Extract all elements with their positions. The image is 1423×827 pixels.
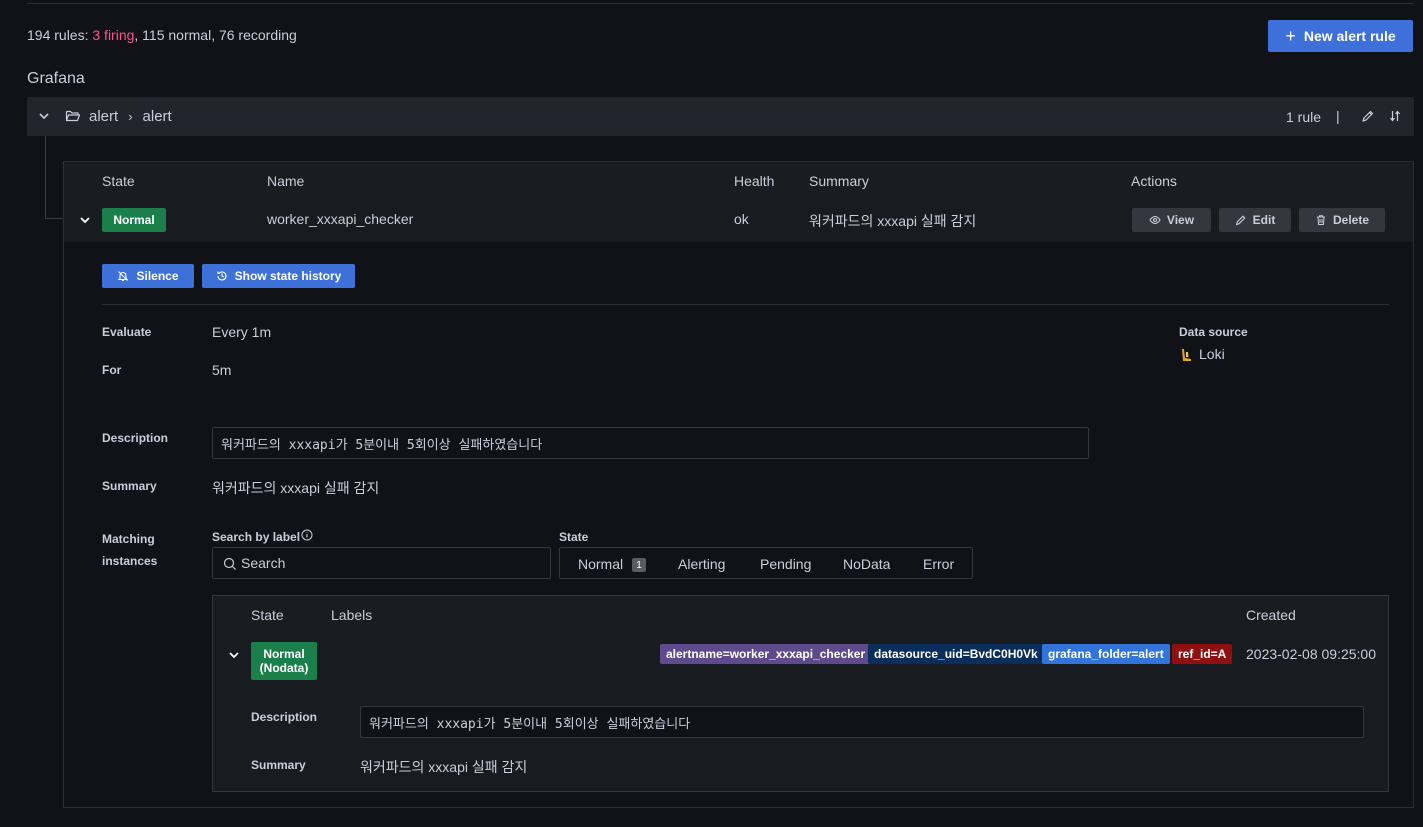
- datasource-value: Loki: [1199, 346, 1225, 362]
- evaluate-label: Evaluate: [102, 325, 152, 339]
- label-tag-grafana-folder[interactable]: grafana_folder=alert: [1042, 644, 1170, 664]
- loki-icon: [1182, 349, 1191, 361]
- instances-table-header: State Labels Created: [213, 596, 1388, 634]
- inst-col-labels: Labels: [331, 607, 373, 623]
- section-title: Grafana: [27, 70, 85, 87]
- folder-open-icon: [65, 110, 81, 122]
- label-tag-alertname[interactable]: alertname=worker_xxxapi_checker: [660, 644, 872, 664]
- new-alert-rule-label: New alert rule: [1303, 28, 1396, 44]
- top-divider: [27, 3, 1414, 4]
- instance-summary-label: Summary: [251, 758, 306, 772]
- rule-summary: 워커파드의 xxxapi 실패 감지: [809, 213, 977, 229]
- instance-summary-value: 워커파드의 xxxapi 실패 감지: [360, 759, 528, 775]
- col-health: Health: [734, 173, 775, 189]
- delete-label: Delete: [1332, 213, 1370, 227]
- instance-description-label: Description: [251, 710, 318, 724]
- col-summary: Summary: [809, 173, 869, 189]
- for-value: 5m: [212, 362, 232, 378]
- view-label: View: [1166, 213, 1195, 227]
- instance-state-line1: Normal: [263, 647, 305, 661]
- pencil-icon[interactable]: [1361, 109, 1375, 123]
- edit-button[interactable]: Edit: [1219, 208, 1291, 232]
- state-filter-label: State: [559, 530, 589, 544]
- chevron-down-icon[interactable]: [78, 213, 92, 227]
- description-value: 워커파드의 xxxapi가 5분이내 5회이상 실패하였습니다: [212, 427, 1089, 459]
- plus-icon: +: [1285, 26, 1296, 46]
- search-icon: [223, 557, 236, 570]
- chevron-down-icon[interactable]: [37, 109, 51, 123]
- description-label: Description: [102, 431, 169, 445]
- rule-name: worker_xxxapi_checker: [267, 211, 414, 227]
- search-by-label-label: Search by label: [212, 530, 301, 544]
- normal-count-badge: 1: [632, 558, 646, 572]
- state-option-error[interactable]: Error: [923, 556, 954, 572]
- silence-button[interactable]: Silence: [102, 264, 194, 288]
- rules-table: State Name Health Summary Actions Normal…: [63, 161, 1414, 808]
- new-alert-rule-button[interactable]: + New alert rule: [1268, 20, 1413, 52]
- view-button[interactable]: View: [1132, 208, 1211, 232]
- silence-label: Silence: [136, 269, 179, 283]
- inst-col-state: State: [251, 607, 284, 623]
- stats-firing: 3 firing: [92, 27, 135, 43]
- rule-count: 1 rule: [1286, 109, 1322, 125]
- for-label: For: [102, 363, 122, 377]
- pencil-icon: [1235, 215, 1246, 226]
- search-text-field[interactable]: [241, 548, 541, 578]
- folder-breadcrumb: alert › alert: [89, 108, 172, 125]
- instance-row: Normal (Nodata) alertname=worker_xxxapi_…: [213, 634, 1388, 791]
- eye-icon: [1149, 215, 1161, 225]
- col-state: State: [102, 173, 135, 189]
- rules-stats: 194 rules: 3 firing, 115 normal, 76 reco…: [27, 27, 297, 43]
- label-tag-datasource-uid[interactable]: datasource_uid=BvdC0H0Vk: [868, 644, 1044, 664]
- folder-namespace: alert: [89, 108, 119, 125]
- datasource-label: Data source: [1179, 325, 1248, 339]
- summary-label: Summary: [102, 479, 157, 493]
- history-icon: [217, 271, 227, 281]
- stats-normal: , 115 normal: [134, 27, 212, 43]
- folder-group-header: alert › alert 1 rule |: [27, 97, 1414, 136]
- state-option-alerting[interactable]: Alerting: [678, 556, 725, 572]
- pipe-divider: |: [1336, 108, 1340, 124]
- delete-button[interactable]: Delete: [1299, 208, 1385, 232]
- instances-table: State Labels Created Normal (Nodata) ale…: [212, 595, 1389, 792]
- breadcrumb-separator: ›: [128, 109, 133, 124]
- label-tag-ref-id[interactable]: ref_id=A: [1172, 644, 1233, 664]
- rule-health: ok: [734, 211, 749, 227]
- search-input[interactable]: [212, 547, 551, 579]
- col-name: Name: [267, 173, 305, 189]
- instance-state-badge: Normal (Nodata): [251, 642, 317, 680]
- matching-instances-label-2: instances: [102, 554, 158, 568]
- tree-connector: [45, 136, 46, 218]
- instance-state-line2: (Nodata): [259, 661, 309, 675]
- details-divider: [102, 304, 1389, 305]
- summary-value: 워커파드의 xxxapi 실패 감지: [212, 480, 380, 496]
- stats-recording: , 76 recording: [211, 27, 297, 43]
- inst-col-created: Created: [1246, 607, 1296, 623]
- state-badge: Normal: [102, 208, 166, 232]
- instance-description-value: 워커파드의 xxxapi가 5분이내 5회이상 실패하였습니다: [360, 706, 1364, 738]
- tree-connector-branch: [45, 218, 64, 219]
- edit-label: Edit: [1252, 213, 1276, 227]
- folder-group: alert: [142, 108, 172, 125]
- col-actions: Actions: [1131, 173, 1177, 189]
- instance-created: 2023-02-08 09:25:00: [1246, 646, 1376, 662]
- state-option-pending[interactable]: Pending: [760, 556, 811, 572]
- state-option-normal[interactable]: Normal: [578, 556, 623, 572]
- state-option-nodata[interactable]: NoData: [843, 556, 890, 572]
- matching-instances-label-1: Matching: [102, 532, 155, 546]
- stats-total: 194 rules:: [27, 27, 89, 43]
- sort-icon[interactable]: [1388, 109, 1402, 123]
- info-icon[interactable]: [301, 529, 313, 541]
- rules-table-header: State Name Health Summary Actions: [64, 162, 1413, 200]
- chevron-down-icon[interactable]: [227, 648, 241, 662]
- bell-slash-icon: [118, 271, 129, 282]
- trash-icon: [1316, 215, 1325, 225]
- evaluate-value: Every 1m: [212, 324, 272, 340]
- state-filter: Normal 1 Alerting Pending NoData Error: [559, 547, 973, 579]
- show-state-history-button[interactable]: Show state history: [202, 264, 355, 288]
- rule-row: Normal worker_xxxapi_checker ok 워커파드의 xx…: [64, 200, 1413, 242]
- history-label: Show state history: [234, 269, 342, 283]
